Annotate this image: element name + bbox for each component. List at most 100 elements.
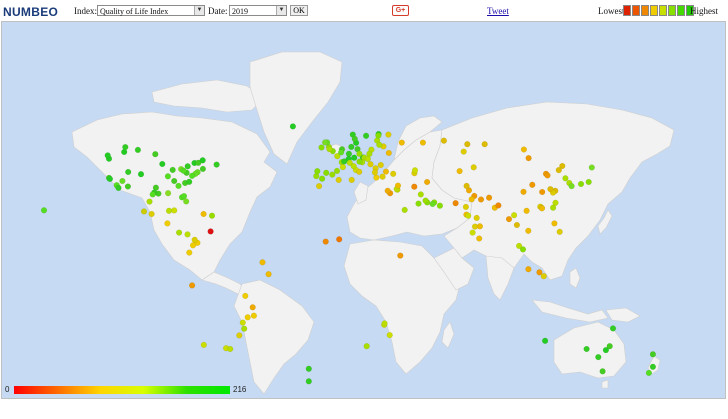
city-marker[interactable] bbox=[562, 175, 569, 182]
city-marker[interactable] bbox=[401, 206, 408, 214]
city-marker[interactable] bbox=[520, 146, 528, 153]
city-marker[interactable] bbox=[363, 343, 370, 350]
city-marker[interactable] bbox=[115, 184, 122, 192]
city-marker[interactable] bbox=[473, 214, 480, 222]
ok-button[interactable]: OK bbox=[290, 5, 308, 16]
chevron-down-icon[interactable]: ▼ bbox=[276, 6, 286, 15]
city-marker[interactable] bbox=[341, 158, 348, 165]
city-marker[interactable] bbox=[539, 188, 546, 196]
city-marker[interactable] bbox=[146, 198, 153, 205]
city-marker[interactable] bbox=[382, 168, 390, 175]
city-marker[interactable] bbox=[250, 312, 258, 319]
city-marker[interactable] bbox=[525, 227, 532, 234]
city-marker[interactable] bbox=[456, 168, 463, 175]
city-marker[interactable] bbox=[547, 186, 554, 193]
city-marker[interactable] bbox=[555, 167, 562, 174]
city-marker[interactable] bbox=[350, 163, 357, 170]
city-marker[interactable] bbox=[356, 150, 363, 157]
city-marker[interactable] bbox=[469, 229, 476, 236]
city-marker[interactable] bbox=[329, 171, 336, 178]
city-marker[interactable] bbox=[259, 259, 266, 266]
city-marker[interactable] bbox=[180, 167, 187, 174]
city-marker[interactable] bbox=[462, 203, 470, 211]
city-marker[interactable] bbox=[208, 212, 216, 219]
city-marker[interactable] bbox=[486, 194, 493, 201]
city-marker[interactable] bbox=[381, 320, 388, 327]
city-marker[interactable] bbox=[164, 220, 171, 227]
city-marker[interactable] bbox=[323, 169, 330, 176]
city-marker[interactable] bbox=[149, 191, 156, 198]
index-select[interactable]: Quality of Life Index ▼ bbox=[97, 5, 205, 16]
city-marker[interactable] bbox=[333, 167, 341, 175]
city-marker[interactable] bbox=[540, 273, 547, 280]
city-marker[interactable] bbox=[468, 196, 475, 203]
city-marker[interactable] bbox=[171, 207, 178, 214]
city-marker[interactable] bbox=[165, 190, 172, 197]
city-marker[interactable] bbox=[436, 202, 444, 209]
city-marker[interactable] bbox=[417, 191, 424, 198]
city-marker[interactable] bbox=[164, 173, 172, 180]
city-marker[interactable] bbox=[363, 132, 370, 139]
city-marker[interactable] bbox=[239, 319, 246, 326]
city-marker[interactable] bbox=[314, 168, 321, 175]
city-marker[interactable] bbox=[385, 149, 392, 157]
city-marker[interactable] bbox=[385, 131, 392, 138]
city-marker[interactable] bbox=[649, 351, 657, 358]
city-marker[interactable] bbox=[305, 365, 312, 372]
city-marker[interactable] bbox=[452, 200, 459, 207]
city-marker[interactable] bbox=[583, 345, 590, 353]
city-marker[interactable] bbox=[520, 188, 527, 195]
city-marker[interactable] bbox=[465, 212, 472, 219]
city-marker[interactable] bbox=[227, 345, 234, 353]
city-marker[interactable] bbox=[165, 207, 173, 214]
city-marker[interactable] bbox=[265, 271, 272, 278]
city-marker[interactable] bbox=[104, 152, 111, 159]
city-marker[interactable] bbox=[351, 154, 358, 161]
city-marker[interactable] bbox=[364, 155, 371, 163]
city-marker[interactable] bbox=[189, 282, 196, 289]
city-marker[interactable] bbox=[476, 223, 484, 230]
city-marker[interactable] bbox=[422, 197, 429, 204]
city-marker[interactable] bbox=[241, 325, 248, 332]
city-marker[interactable] bbox=[645, 369, 653, 377]
city-marker[interactable] bbox=[122, 143, 129, 151]
city-marker[interactable] bbox=[191, 236, 198, 243]
city-marker[interactable] bbox=[183, 198, 190, 205]
city-marker[interactable] bbox=[568, 183, 575, 190]
city-marker[interactable] bbox=[159, 160, 166, 168]
city-marker[interactable] bbox=[541, 337, 549, 344]
city-marker[interactable] bbox=[556, 228, 563, 235]
city-marker[interactable] bbox=[481, 141, 488, 148]
city-marker[interactable] bbox=[411, 183, 418, 190]
world-map[interactable] bbox=[1, 21, 726, 399]
city-marker[interactable] bbox=[609, 325, 617, 332]
city-marker[interactable] bbox=[519, 246, 527, 253]
city-marker[interactable] bbox=[326, 145, 333, 153]
city-marker[interactable] bbox=[200, 341, 207, 349]
city-marker[interactable] bbox=[125, 168, 132, 176]
city-marker[interactable] bbox=[249, 304, 256, 311]
tweet-link[interactable]: Tweet bbox=[487, 6, 509, 16]
city-marker[interactable] bbox=[375, 132, 382, 139]
city-marker[interactable] bbox=[40, 207, 48, 214]
city-marker[interactable] bbox=[523, 207, 530, 214]
city-marker[interactable] bbox=[476, 235, 483, 242]
city-marker[interactable] bbox=[585, 178, 592, 186]
chevron-down-icon[interactable]: ▼ bbox=[194, 6, 204, 15]
city-marker[interactable] bbox=[595, 354, 602, 361]
city-marker[interactable] bbox=[384, 187, 391, 194]
city-marker[interactable] bbox=[169, 166, 176, 174]
city-marker[interactable] bbox=[336, 236, 343, 243]
city-marker[interactable] bbox=[339, 164, 347, 171]
city-marker[interactable] bbox=[189, 242, 197, 249]
city-marker[interactable] bbox=[184, 163, 191, 170]
map-canvas[interactable] bbox=[2, 22, 725, 398]
city-marker[interactable] bbox=[316, 183, 323, 190]
city-marker[interactable] bbox=[189, 172, 196, 179]
city-marker[interactable] bbox=[318, 144, 325, 151]
city-marker[interactable] bbox=[599, 368, 606, 375]
city-marker[interactable] bbox=[356, 158, 363, 165]
city-marker[interactable] bbox=[186, 249, 193, 256]
city-marker[interactable] bbox=[464, 141, 471, 148]
city-marker[interactable] bbox=[470, 164, 477, 171]
